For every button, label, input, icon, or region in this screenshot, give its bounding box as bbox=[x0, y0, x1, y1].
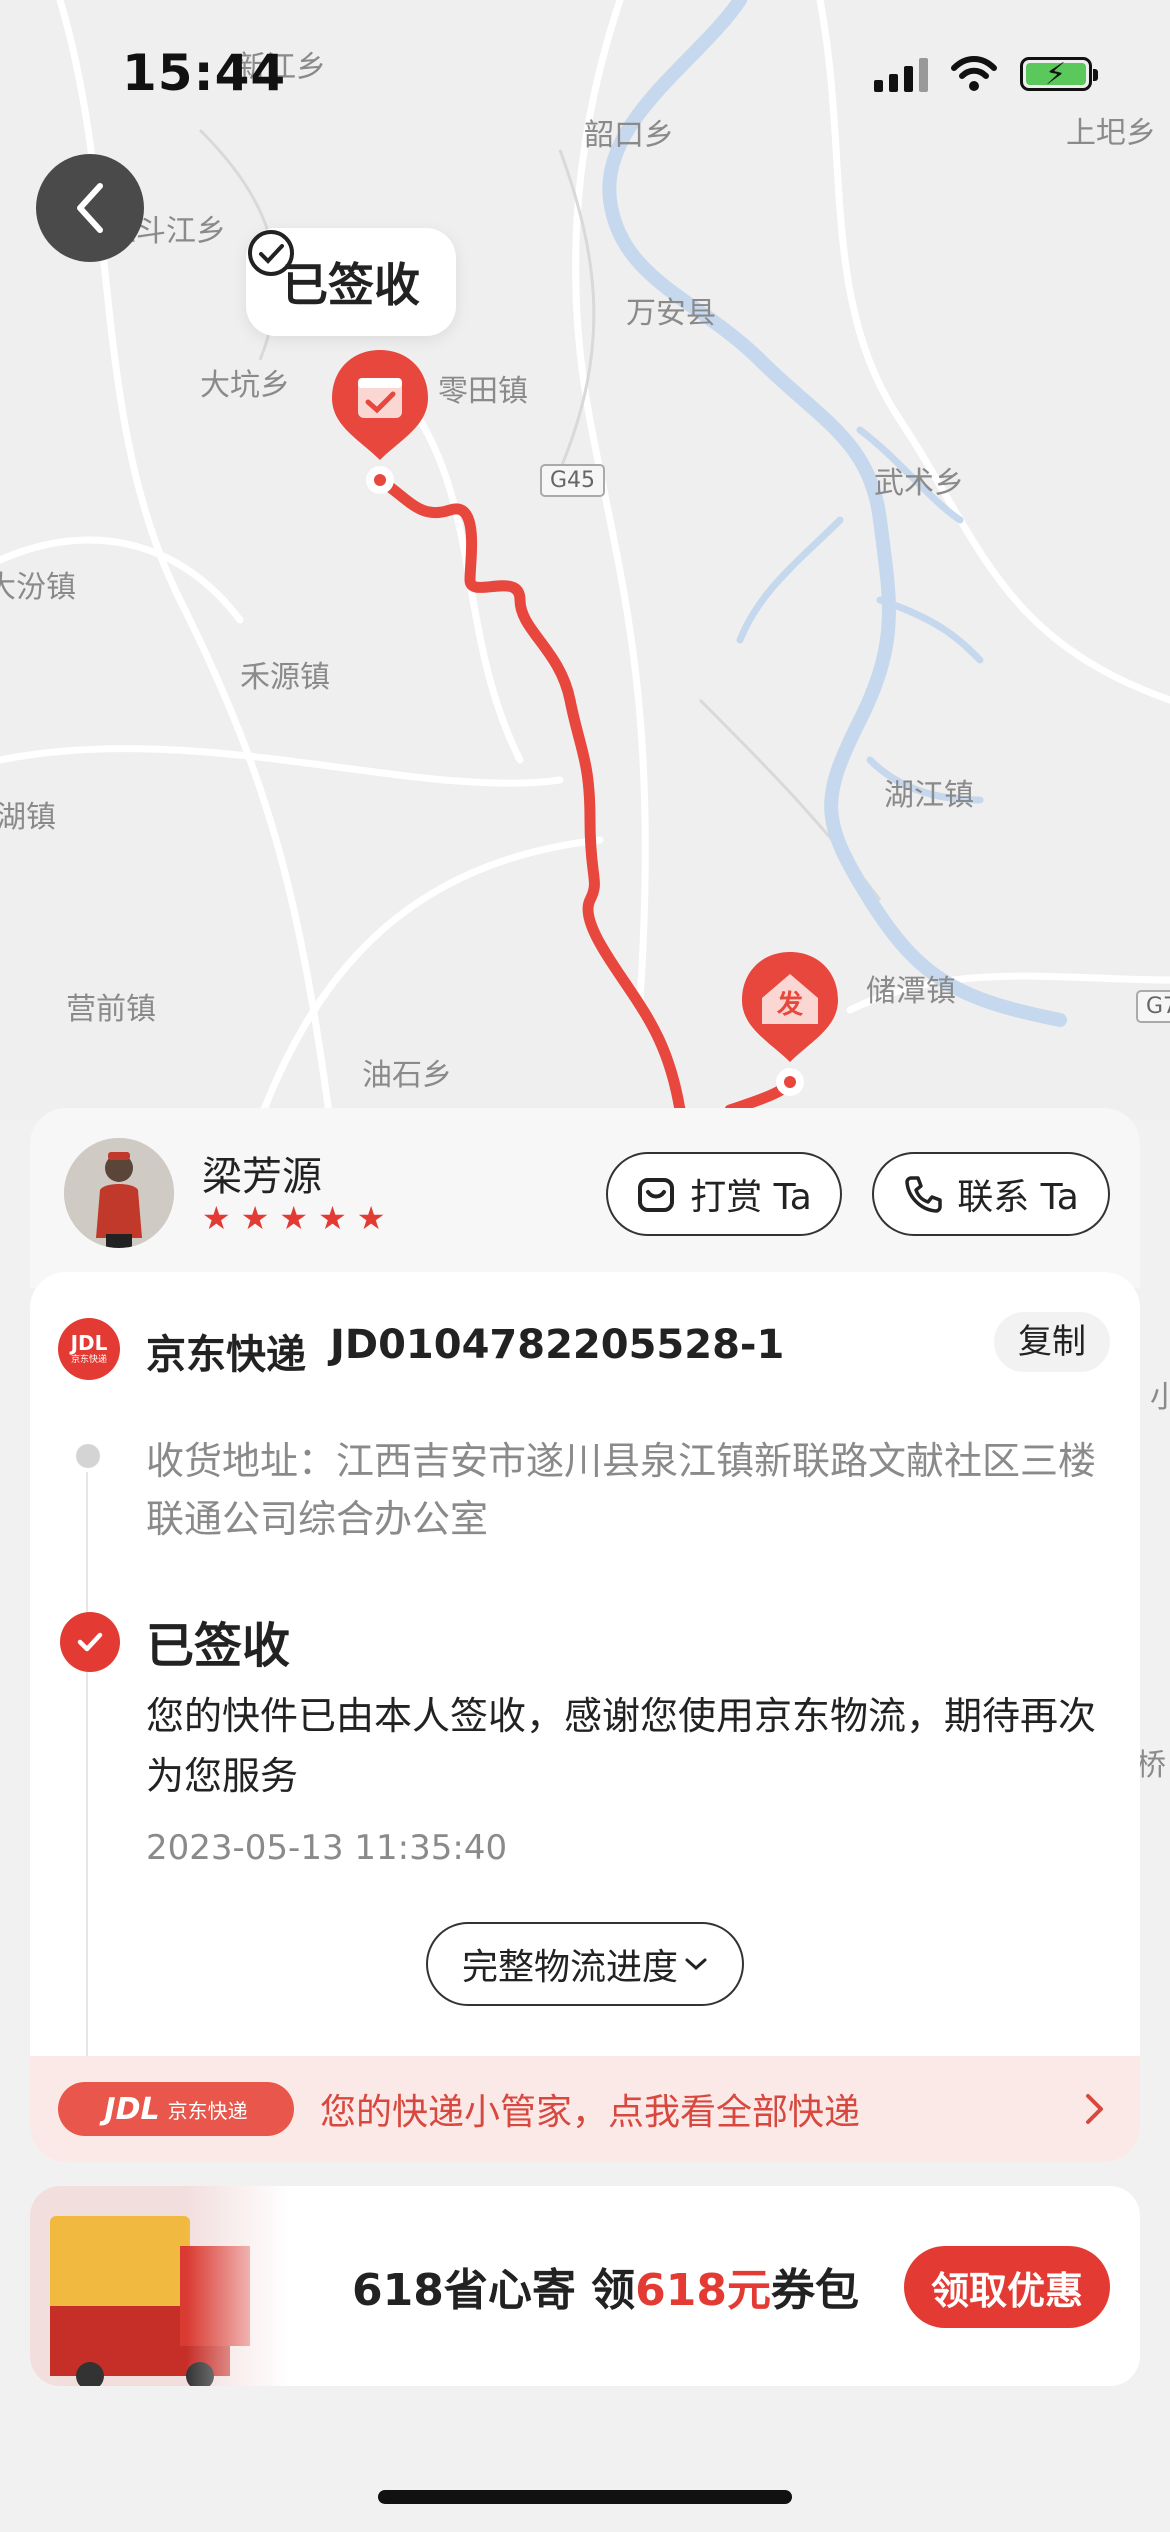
claim-coupon-button[interactable]: 领取优惠 bbox=[904, 2246, 1110, 2328]
carrier-name: 京东快递 bbox=[146, 1332, 306, 1378]
map-label: 上圯乡 bbox=[1066, 116, 1156, 151]
map-label: 湖镇 bbox=[0, 800, 56, 835]
star-icon: ★ bbox=[240, 1199, 270, 1237]
wifi-icon bbox=[951, 56, 997, 91]
map-label: 湖江镇 bbox=[884, 778, 974, 813]
chevron-down-icon bbox=[685, 1958, 707, 1971]
status-title: 已签收 bbox=[146, 1618, 291, 1674]
coupon-text: 618省心寄 领618元券包 bbox=[352, 2254, 859, 2318]
chevron-left-icon bbox=[77, 183, 103, 233]
courier-name: 梁芳源 bbox=[202, 1154, 322, 1200]
star-icon: ★ bbox=[279, 1199, 309, 1237]
signed-label: 已签收 bbox=[282, 258, 420, 312]
map-label: 大坑乡 bbox=[200, 368, 290, 403]
map-label: 桥 bbox=[1136, 1748, 1166, 1783]
delivery-truck-image bbox=[30, 2186, 290, 2386]
chevron-right-icon bbox=[1086, 2094, 1103, 2124]
star-icon: ★ bbox=[356, 1199, 386, 1237]
screen: 新江乡 韶口乡 上圯乡 五斗江乡 万安县 大坑乡 零田镇 G45 武术乡 大汾镇… bbox=[0, 0, 1170, 2532]
home-indicator[interactable] bbox=[378, 2490, 792, 2504]
map-label: 万安县 bbox=[626, 296, 716, 331]
signal-icon bbox=[874, 56, 928, 92]
highway-shield: G7 bbox=[1136, 990, 1170, 1023]
map-view[interactable]: 新江乡 韶口乡 上圯乡 五斗江乡 万安县 大坑乡 零田镇 G45 武术乡 大汾镇… bbox=[0, 0, 1170, 1783]
tip-courier-button[interactable]: 打赏 Ta bbox=[606, 1152, 842, 1236]
map-label: 韶口乡 bbox=[584, 118, 674, 153]
star-icon: ★ bbox=[318, 1199, 347, 1237]
tracking-number: JD0104782205528-1 bbox=[330, 1322, 785, 1368]
map-label: 禾源镇 bbox=[240, 660, 330, 695]
jdl-badge-main: JDL bbox=[104, 2091, 160, 2127]
delivery-address: 收货地址：江西吉安市遂川县泉江镇新联路文献社区三楼联通公司综合办公室 bbox=[146, 1439, 1097, 1541]
contact-label: 联系 Ta bbox=[957, 1177, 1079, 1218]
coupon-card[interactable]: 618省心寄 领618元券包 领取优惠 bbox=[30, 2186, 1140, 2386]
check-icon bbox=[60, 1612, 120, 1672]
coupon-text-a: 618省心寄 领 bbox=[352, 2265, 636, 2316]
signed-bubble: 已签收 bbox=[246, 228, 456, 336]
jd-logo-subtext: 京东快递 bbox=[70, 1355, 107, 1365]
courier-avatar[interactable] bbox=[64, 1138, 174, 1248]
full-progress-label: 完整物流进度 bbox=[461, 1947, 678, 1988]
battery-icon: ⚡ bbox=[1020, 57, 1098, 92]
map-label: 储潭镇 bbox=[866, 974, 956, 1009]
map-canvas bbox=[0, 0, 1170, 1120]
status-description: 您的快件已由本人签收，感谢您使用京东物流，期待再次为您服务 bbox=[146, 1694, 1097, 1798]
highway-shield: G45 bbox=[540, 464, 606, 497]
shipment-card: JDL 京东快递 京东快递 JD0104782205528-1 复制 收货地址：… bbox=[30, 1272, 1140, 2162]
timeline-dot bbox=[76, 1444, 100, 1468]
map-label: 营前镇 bbox=[66, 992, 156, 1027]
express-manager-banner[interactable]: JDL 京东快递 您的快递小管家，点我看全部快递 bbox=[30, 2056, 1140, 2162]
map-label: 零田镇 bbox=[438, 374, 528, 409]
gift-box-icon bbox=[638, 1178, 675, 1212]
coupon-amount: 618元 bbox=[635, 2265, 772, 2316]
jdl-badge-sub: 京东快递 bbox=[167, 2098, 248, 2123]
copy-button[interactable]: 复制 bbox=[994, 1312, 1110, 1372]
timeline-line bbox=[86, 1472, 88, 2152]
status-timestamp: 2023-05-13 11:35:40 bbox=[146, 1828, 508, 1868]
tip-label: 打赏 Ta bbox=[690, 1177, 812, 1218]
status-time: 15:44 bbox=[122, 44, 287, 102]
contact-courier-button[interactable]: 联系 Ta bbox=[872, 1152, 1110, 1236]
status-icons: ⚡ bbox=[874, 56, 1098, 92]
coupon-text-b: 券包 bbox=[771, 2265, 860, 2316]
courier-card: 梁芳源 ★ ★ ★ ★ ★ 打赏 Ta 联系 Ta bbox=[30, 1108, 1140, 1288]
banner-text: 您的快递小管家，点我看全部快递 bbox=[320, 2092, 861, 2133]
jd-logo-text: JDL bbox=[70, 1331, 108, 1355]
map-label: 大汾镇 bbox=[0, 570, 76, 605]
map-label: 武术乡 bbox=[874, 466, 964, 501]
star-icon: ★ bbox=[202, 1199, 231, 1237]
back-button[interactable] bbox=[36, 154, 144, 262]
jd-logo: JDL 京东快递 bbox=[58, 1318, 120, 1380]
courier-rating: ★ ★ ★ ★ ★ bbox=[202, 1202, 385, 1234]
jdl-badge: JDL 京东快递 bbox=[58, 2082, 294, 2136]
map-label: 小 bbox=[1150, 1380, 1170, 1415]
check-circle-icon bbox=[248, 230, 294, 276]
phone-icon bbox=[905, 1176, 942, 1213]
origin-pin-label: 发 bbox=[776, 990, 803, 1020]
full-progress-button[interactable]: 完整物流进度 bbox=[426, 1922, 744, 2006]
map-label: 油石乡 bbox=[362, 1058, 452, 1093]
